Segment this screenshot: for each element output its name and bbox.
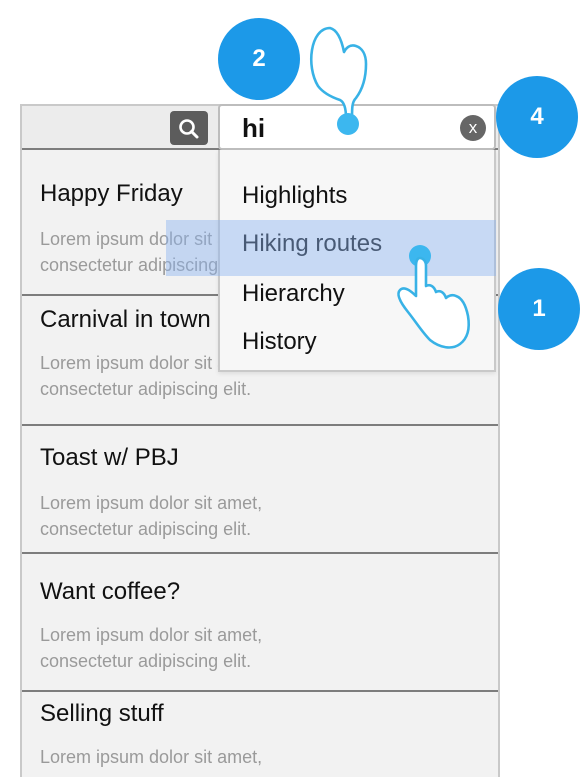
hand-pointer-icon (397, 245, 471, 349)
item-title: Carnival in town (40, 306, 211, 333)
item-desc-line1: Lorem ipsum dolor sit amet, (40, 747, 263, 767)
search-icon (179, 119, 199, 139)
close-icon: x (468, 118, 478, 137)
item-desc-line2: consectetur adipiscing elit. (40, 651, 252, 671)
suggestion-history[interactable]: History (242, 328, 317, 356)
suggestion-highlights[interactable]: Highlights (242, 182, 347, 210)
item-title: Toast w/ PBJ (40, 444, 179, 471)
item-desc-line2: consectetur adipiscing elit. (40, 519, 252, 539)
item-desc-line1: Lorem ipsum dolor sit amet, (40, 493, 263, 513)
item-title: Selling stuff (40, 700, 164, 727)
list-item[interactable]: Selling stuff Lorem ipsum dolor sit amet… (22, 692, 498, 777)
item-desc-line2: consectetur adipiscing elit. (40, 379, 252, 399)
search-button[interactable] (170, 111, 208, 145)
list-item[interactable]: Want coffee? Lorem ipsum dolor sit amet,… (22, 554, 498, 690)
step-badge-4: 4 (496, 76, 578, 158)
item-title: Happy Friday (40, 180, 183, 207)
search-input-value: hi (242, 113, 266, 143)
suggestion-hierarchy[interactable]: Hierarchy (242, 280, 345, 308)
item-desc-line1: Lorem ipsum dolor sit amet, (40, 625, 263, 645)
clear-button[interactable]: x (460, 115, 486, 141)
step-badge-2: 2 (218, 18, 300, 100)
step-badge-1: 1 (498, 268, 580, 350)
list-item[interactable]: Toast w/ PBJ Lorem ipsum dolor sit amet,… (22, 426, 498, 554)
item-title: Want coffee? (40, 578, 181, 605)
hand-pointer-icon (309, 26, 368, 135)
